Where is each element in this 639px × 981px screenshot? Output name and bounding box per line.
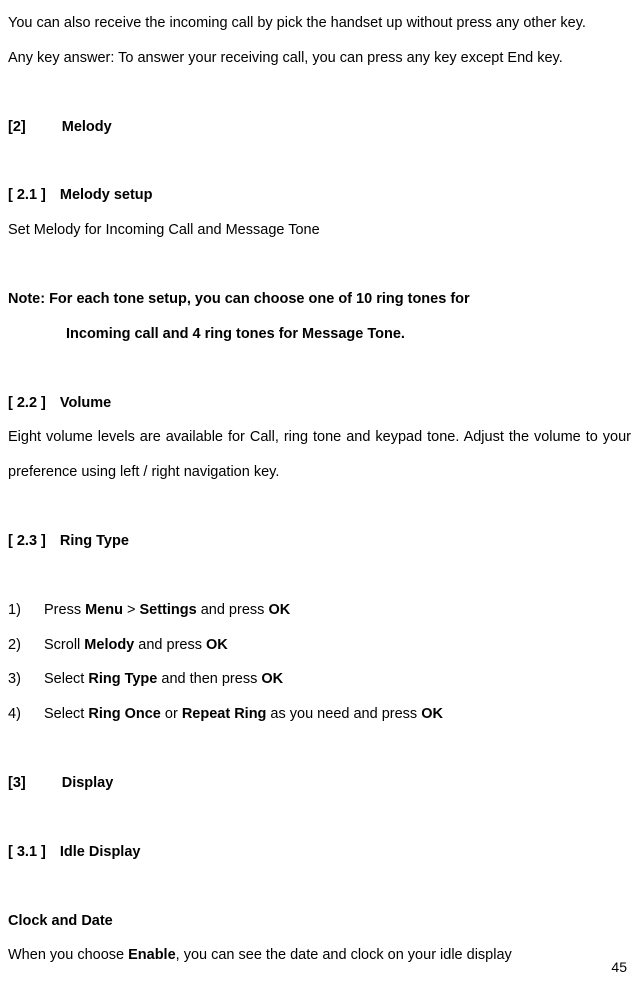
section-3-heading: [3] Display	[8, 766, 631, 801]
clock-date-heading: Clock and Date	[8, 904, 631, 939]
step-text: Press Menu > Settings and press OK	[44, 593, 290, 628]
text: >	[123, 602, 140, 618]
subsection-number: [ 2.3 ]	[8, 524, 46, 559]
section-2-1-heading: [ 2.1 ] Melody setup	[8, 178, 631, 213]
section-number: [3]	[8, 766, 26, 801]
section-title: Display	[62, 766, 114, 801]
document-page: You can also receive the incoming call b…	[0, 0, 639, 981]
bold-text: Ring Type	[88, 671, 157, 687]
spacer	[8, 559, 631, 593]
step-number: 1)	[8, 593, 26, 628]
step-1: 1) Press Menu > Settings and press OK	[8, 593, 631, 628]
subsection-number: [ 3.1 ]	[8, 835, 46, 870]
section-2-2-heading: [ 2.2 ] Volume	[8, 386, 631, 421]
subsection-title: Volume	[60, 386, 111, 421]
note-line-1: Note: For each tone setup, you can choos…	[8, 282, 631, 317]
step-3: 3) Select Ring Type and then press OK	[8, 662, 631, 697]
spacer	[8, 248, 631, 282]
section-2-heading: [2] Melody	[8, 110, 631, 145]
spacer	[8, 144, 631, 178]
section-title: Melody	[62, 110, 112, 145]
spacer	[8, 490, 631, 524]
section-2-1-body: Set Melody for Incoming Call and Message…	[8, 213, 631, 248]
bold-text: Settings	[139, 602, 196, 618]
clock-date-body: When you choose Enable, you can see the …	[8, 938, 631, 973]
subsection-number: [ 2.1 ]	[8, 178, 46, 213]
step-4: 4) Select Ring Once or Repeat Ring as yo…	[8, 697, 631, 732]
page-number: 45	[611, 959, 627, 975]
subsection-title: Ring Type	[60, 524, 129, 559]
bold-text: Melody	[84, 637, 134, 653]
spacer	[8, 76, 631, 110]
note-line-2: Incoming call and 4 ring tones for Messa…	[8, 317, 631, 352]
bold-text: Repeat Ring	[182, 706, 267, 722]
subsection-title: Idle Display	[60, 835, 141, 870]
intro-paragraph-1: You can also receive the incoming call b…	[8, 6, 631, 41]
intro-paragraph-2: Any key answer: To answer your receiving…	[8, 41, 631, 76]
step-number: 2)	[8, 628, 26, 663]
bold-text: Ring Once	[88, 706, 161, 722]
text: Scroll	[44, 637, 84, 653]
step-number: 4)	[8, 697, 26, 732]
bold-text: OK	[261, 671, 283, 687]
spacer	[8, 870, 631, 904]
step-text: Scroll Melody and press OK	[44, 628, 228, 663]
section-2-3-heading: [ 2.3 ] Ring Type	[8, 524, 631, 559]
spacer	[8, 801, 631, 835]
step-2: 2) Scroll Melody and press OK	[8, 628, 631, 663]
step-text: Select Ring Once or Repeat Ring as you n…	[44, 697, 443, 732]
bold-text: Menu	[85, 602, 123, 618]
text: and then press	[157, 671, 261, 687]
text: Select	[44, 706, 88, 722]
text: or	[161, 706, 182, 722]
text: Select	[44, 671, 88, 687]
spacer	[8, 352, 631, 386]
bold-text: OK	[421, 706, 443, 722]
step-number: 3)	[8, 662, 26, 697]
subsection-title: Melody setup	[60, 178, 153, 213]
text: Press	[44, 602, 85, 618]
section-2-2-body: Eight volume levels are available for Ca…	[8, 420, 631, 490]
text: as you need and press	[266, 706, 421, 722]
subsection-number: [ 2.2 ]	[8, 386, 46, 421]
section-number: [2]	[8, 110, 26, 145]
step-text: Select Ring Type and then press OK	[44, 662, 283, 697]
bold-text: OK	[206, 637, 228, 653]
text: and press	[197, 602, 269, 618]
text: and press	[134, 637, 206, 653]
bold-text: OK	[268, 602, 290, 618]
section-3-1-heading: [ 3.1 ] Idle Display	[8, 835, 631, 870]
spacer	[8, 732, 631, 766]
